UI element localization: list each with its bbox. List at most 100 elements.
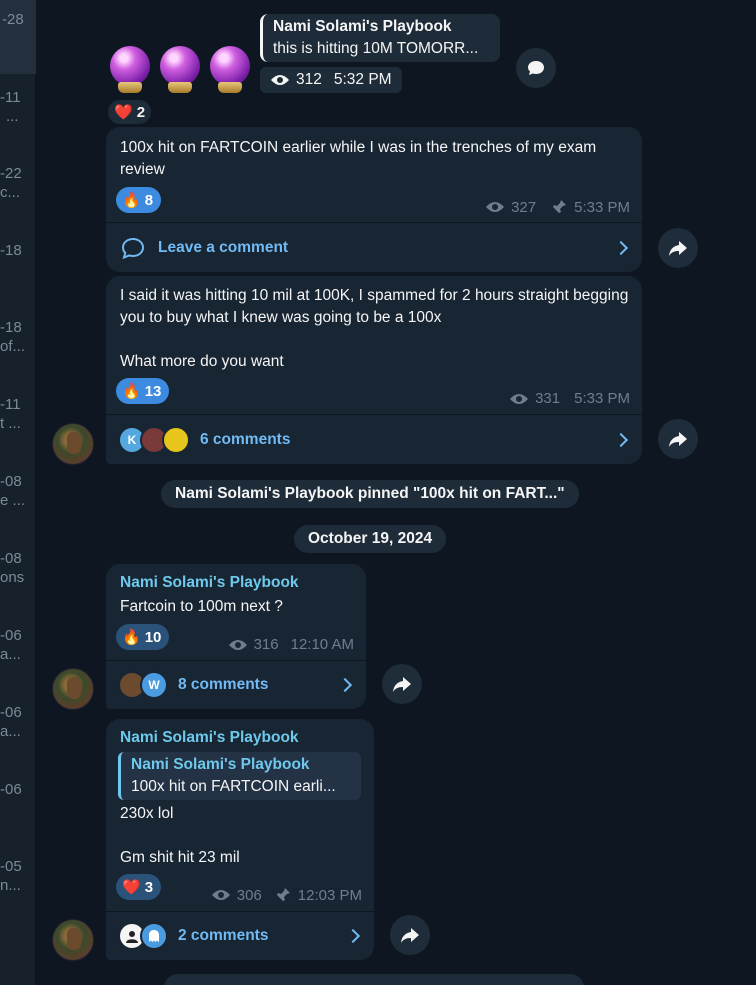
share-arrow-icon (669, 432, 687, 447)
message-time: 5:33 PM (574, 390, 630, 407)
quoted-reply[interactable]: Nami Solami's Playbook 100x hit on FARTC… (118, 752, 361, 800)
message-meta: 327 5:33 PM (485, 198, 630, 216)
pin-icon (552, 200, 567, 214)
chat-list-item[interactable]: -22 c... (0, 164, 36, 202)
crystal-ball-emoji (108, 46, 152, 94)
message-sender[interactable]: Nami Solami's Playbook (120, 729, 299, 747)
message-meta: 306 12:03 PM (211, 886, 362, 904)
reaction-count: 3 (144, 878, 154, 896)
comment-label: Leave a comment (158, 238, 289, 256)
message-time: 5:33 PM (574, 198, 630, 216)
message-bubble[interactable]: 100x hit on FARTCOIN earlier while I was… (106, 127, 642, 272)
reply-sender: Nami Solami's Playbook (273, 18, 452, 35)
quoted-text: 100x hit on FARTCOIN earli... (131, 778, 336, 795)
chat-list-item[interactable]: -18 of... (0, 318, 36, 356)
eye-icon (486, 202, 505, 212)
reaction-count: 8 (144, 191, 154, 209)
message-text: I said it was hitting 10 mil at 100K, I … (120, 287, 629, 370)
reaction-chip[interactable]: 🔥 13 (116, 378, 170, 404)
comment-label: 8 comments (178, 676, 269, 693)
reaction-chip[interactable]: ❤️ 2 (108, 100, 152, 124)
view-count: 312 (296, 71, 322, 88)
message-meta: 331 5:33 PM (509, 390, 630, 407)
comments-button[interactable]: K 6 comments (106, 415, 642, 464)
chat-list-item[interactable]: -06 a... (0, 703, 36, 741)
comments-button[interactable]: 2 comments (106, 912, 374, 960)
comment-icon (528, 61, 544, 75)
chevron-right-icon (337, 677, 353, 693)
commenter-avatar (140, 922, 168, 950)
share-button[interactable] (390, 915, 430, 955)
chat-list-item[interactable]: -05 n... (0, 857, 36, 895)
reaction-count: 2 (136, 103, 146, 121)
commenter-avatar (162, 425, 190, 454)
chat-list-item[interactable]: -28 (0, 10, 36, 30)
chat-list-item[interactable]: -11... (0, 88, 36, 126)
message-text: Fartcoin to 100m next ? (120, 598, 283, 615)
reply-preview[interactable]: Nami Solami's Playbook this is hitting 1… (260, 14, 500, 62)
service-message-clipped (164, 974, 584, 985)
chat-list-item[interactable]: -18 (0, 241, 36, 261)
share-arrow-icon (393, 677, 411, 692)
leave-comment-button[interactable]: Leave a comment (106, 223, 642, 272)
channel-avatar[interactable] (52, 919, 94, 961)
pinned-service-message[interactable]: Nami Solami's Playbook pinned "100x hit … (161, 480, 579, 508)
channel-avatar[interactable] (52, 423, 94, 465)
comment-bubble-icon (121, 237, 145, 259)
view-count: 327 (511, 198, 537, 216)
crystal-ball-emoji (158, 46, 202, 94)
comment-label: 2 comments (178, 927, 269, 944)
channel-avatar[interactable] (52, 668, 94, 710)
view-count: 306 (236, 886, 262, 904)
message-time: 5:32 PM (333, 71, 392, 88)
eye-icon (271, 75, 289, 85)
reaction-chip[interactable]: 🔥 8 (116, 187, 162, 213)
message-bubble[interactable]: Nami Solami's Playbook Nami Solami's Pla… (106, 719, 374, 960)
chat-list-item[interactable]: -06 a... (0, 626, 36, 664)
message-meta: 316 12:10 AM (228, 636, 354, 653)
message-sender[interactable]: Nami Solami's Playbook (120, 574, 299, 592)
reaction-chip[interactable]: 🔥 10 (116, 624, 170, 650)
message-bubble[interactable]: I said it was hitting 10 mil at 100K, I … (106, 276, 642, 464)
chat-list-strip: -28 -11... -22 c... -18 -18 of... -11 t ...… (0, 0, 36, 985)
share-arrow-icon (669, 241, 687, 256)
share-button[interactable] (658, 419, 698, 459)
commenter-avatars (118, 922, 168, 950)
commenter-avatars: W (118, 671, 168, 699)
fire-icon: 🔥 (122, 192, 141, 209)
chat-list-item[interactable]: -08 e ... (0, 472, 36, 510)
comment-label: 6 comments (200, 430, 291, 448)
view-count: 331 (535, 390, 561, 407)
commenter-avatars: K (118, 425, 190, 454)
message-text: 230x lol Gm shit hit 23 mil (120, 805, 240, 866)
eye-icon (228, 639, 247, 650)
chat-list-item[interactable]: -11 t ... (0, 395, 36, 433)
comment-button[interactable] (516, 48, 556, 88)
chevron-right-icon (613, 240, 629, 255)
chat-list-item[interactable]: -08 ons (0, 549, 36, 587)
view-count: 316 (253, 636, 279, 653)
message-meta: 312 5:32 PM (260, 67, 402, 93)
message-time: 12:10 AM (290, 636, 354, 653)
message-time: 12:03 PM (297, 886, 362, 904)
reaction-chip[interactable]: ❤️ 3 (116, 874, 162, 900)
share-button[interactable] (382, 664, 422, 704)
reaction-count: 13 (144, 382, 162, 400)
date-separator: October 19, 2024 (294, 525, 447, 553)
fire-icon: 🔥 (122, 383, 141, 400)
reaction-count: 10 (144, 628, 162, 646)
heart-icon: ❤️ (114, 104, 133, 121)
quoted-sender: Nami Solami's Playbook (131, 756, 310, 773)
comments-button[interactable]: W 8 comments (106, 661, 366, 709)
pin-icon (275, 888, 290, 902)
heart-icon: ❤️ (122, 879, 141, 896)
message-text: 100x hit on FARTCOIN earlier while I was… (120, 139, 597, 178)
share-arrow-icon (401, 928, 419, 943)
share-button[interactable] (658, 228, 698, 268)
chat-history[interactable]: Nami Solami's Playbook this is hitting 1… (36, 0, 756, 985)
chevron-right-icon (345, 928, 361, 944)
fire-icon: 🔥 (122, 629, 141, 646)
message-bubble[interactable]: Nami Solami's Playbook Fartcoin to 100m … (106, 564, 366, 709)
chat-list-item[interactable]: -06 (0, 780, 36, 800)
ghost-icon (149, 930, 159, 942)
